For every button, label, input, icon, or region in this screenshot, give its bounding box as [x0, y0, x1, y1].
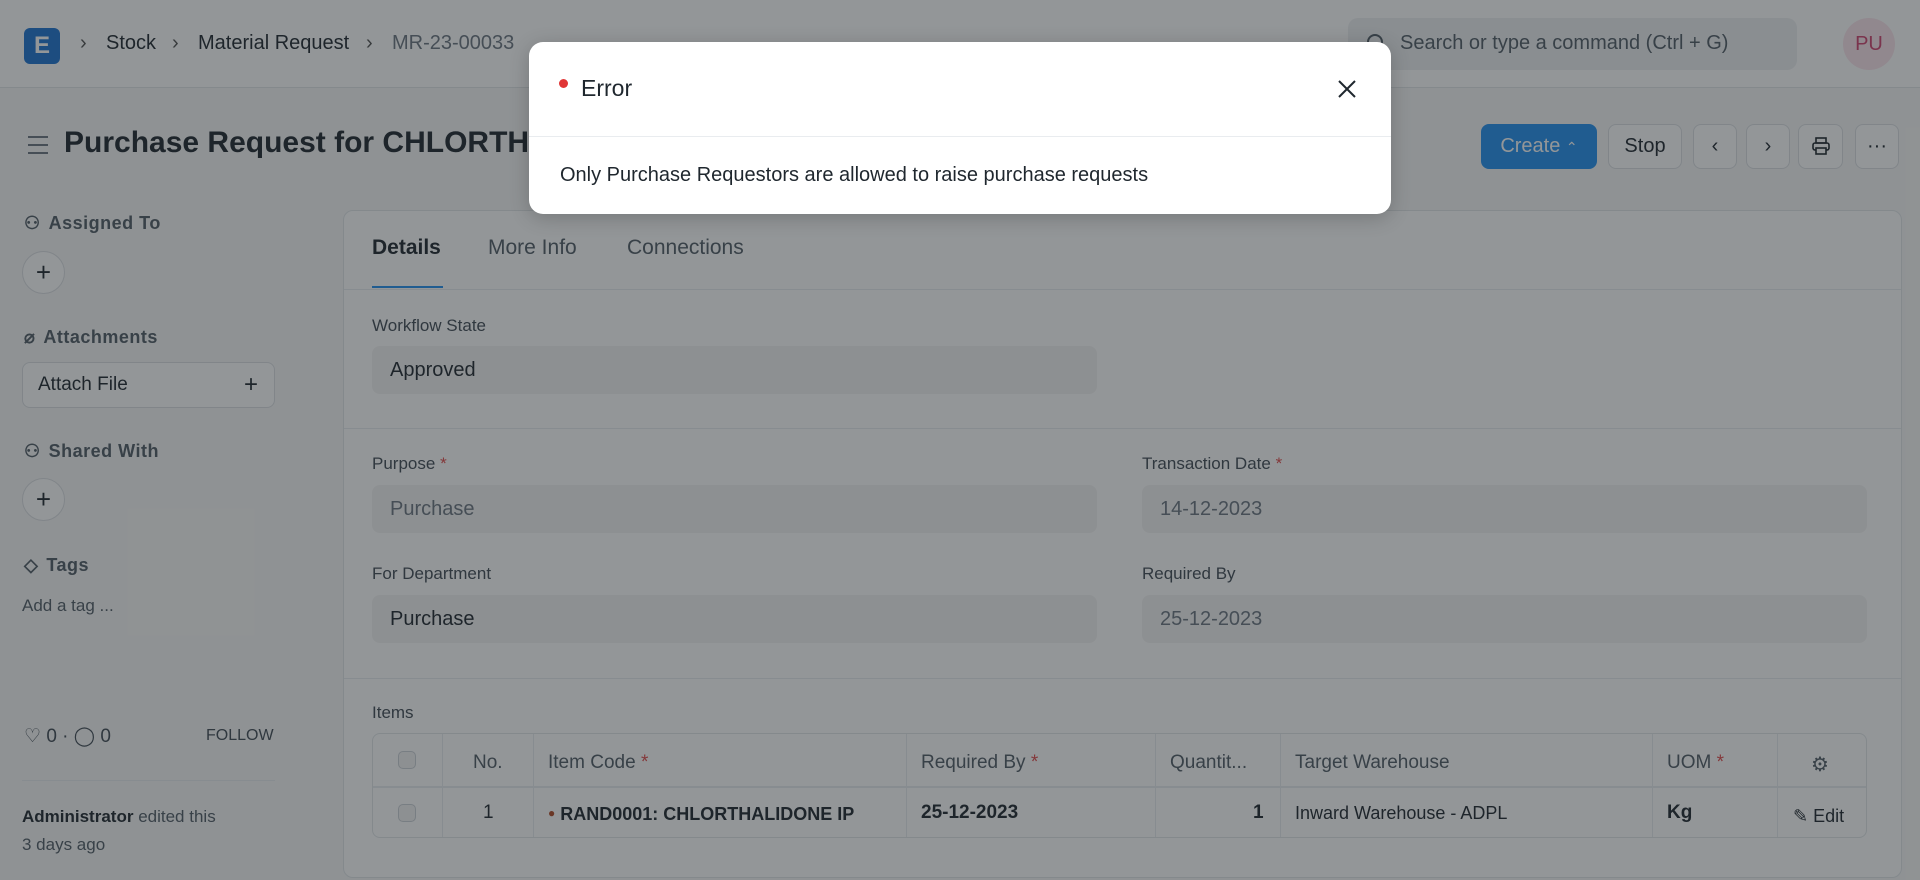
dialog-message: Only Purchase Requestors are allowed to …: [560, 164, 1149, 186]
dialog-title: Error: [581, 75, 633, 101]
error-indicator-icon: [559, 79, 568, 88]
close-icon[interactable]: [1337, 79, 1357, 99]
dialog-divider: [529, 136, 1391, 137]
error-dialog: Error Only Purchase Requestors are allow…: [529, 42, 1391, 214]
